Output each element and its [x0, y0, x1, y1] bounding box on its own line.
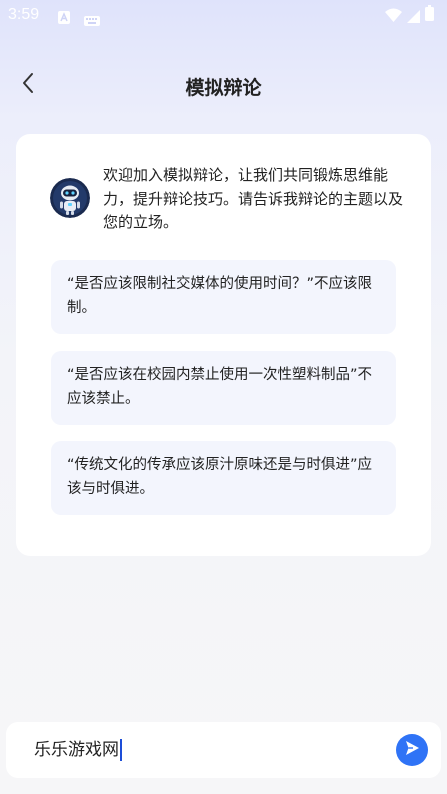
message-composer: 乐乐游戏网 — [6, 722, 441, 778]
page-title: 模拟辩论 — [185, 77, 262, 99]
suggestion-2[interactable]: “是否应该在校园内禁止使用一次性塑料制品”不应该禁止。 — [51, 351, 396, 425]
send-button[interactable] — [396, 734, 428, 766]
suggestion-text: “是否应该在校园内禁止使用一次性塑料制品”不应该禁止。 — [67, 367, 373, 407]
robot-avatar — [50, 178, 90, 218]
status-time: 3:59 — [8, 6, 40, 23]
message-input[interactable]: 乐乐游戏网 — [34, 737, 122, 763]
status-bar: 3:59 — [0, 0, 447, 32]
app-notification-icon — [58, 9, 70, 28]
signal-icon — [407, 8, 420, 27]
chat-card: 欢迎加入模拟辩论，让我们共同锻炼思维能力，提升辩论技巧。请告诉我辩论的主题以及您… — [16, 134, 431, 556]
suggestion-1[interactable]: “是否应该限制社交媒体的使用时间？”不应该限制。 — [51, 260, 396, 334]
battery-icon — [425, 5, 434, 25]
suggestion-text: “是否应该限制社交媒体的使用时间？”不应该限制。 — [67, 276, 373, 316]
message-input-value: 乐乐游戏网 — [34, 740, 119, 760]
wifi-icon — [385, 7, 402, 26]
suggestion-text: “传统文化的传承应该原汁原味还是与时俱进”应该与时俱进。 — [67, 457, 373, 497]
suggestion-3[interactable]: “传统文化的传承应该原汁原味还是与时俱进”应该与时俱进。 — [51, 441, 396, 515]
send-icon — [403, 739, 421, 761]
keyboard-icon — [84, 11, 100, 30]
header: 模拟辩论 — [0, 62, 447, 108]
text-cursor — [120, 739, 122, 761]
welcome-message: 欢迎加入模拟辩论，让我们共同锻炼思维能力，提升辩论技巧。请告诉我辩论的主题以及您… — [103, 166, 404, 231]
